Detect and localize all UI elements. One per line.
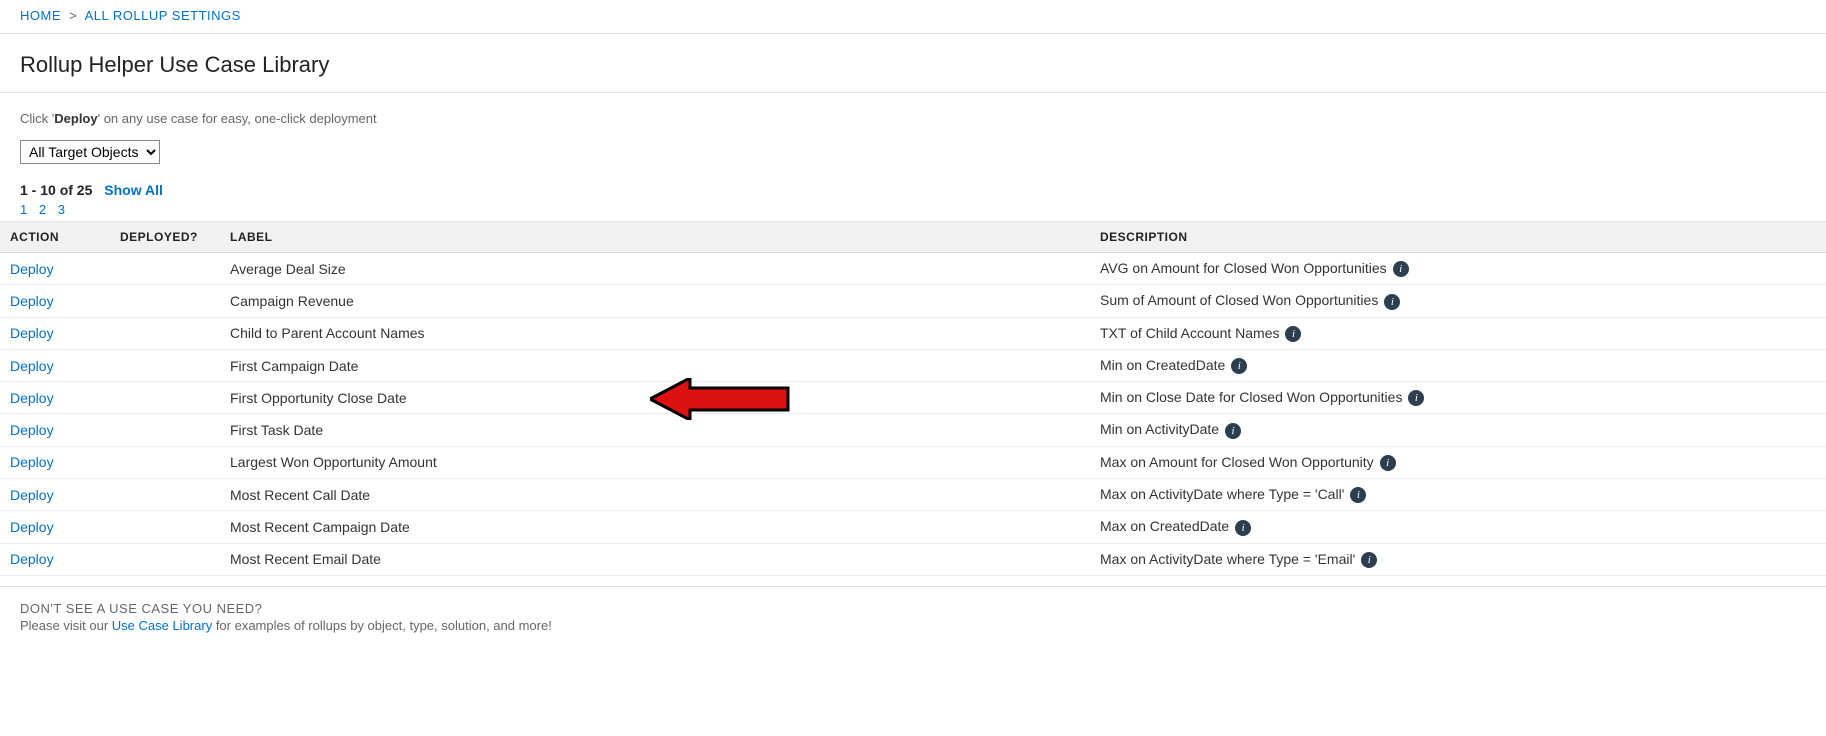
label-cell: First Opportunity Close Date — [220, 382, 1090, 414]
page-number-links: 1 2 3 — [0, 202, 1826, 221]
footer-title: DON'T SEE A USE CASE YOU NEED? — [20, 601, 1806, 616]
table-row: Deploy Average Deal SizeAVG on Amount for… — [0, 253, 1826, 285]
label-cell: Average Deal Size — [220, 253, 1090, 285]
deploy-link[interactable]: Deploy — [10, 261, 54, 277]
label-cell: Largest Won Opportunity Amount — [220, 446, 1090, 478]
deploy-link[interactable]: Deploy — [10, 358, 54, 374]
page-title: Rollup Helper Use Case Library — [0, 52, 1826, 92]
show-all-link[interactable]: Show All — [104, 182, 163, 198]
info-icon[interactable]: i — [1393, 261, 1409, 277]
use-case-library-link[interactable]: Use Case Library — [112, 618, 212, 633]
divider-top — [0, 33, 1826, 34]
footer-note: DON'T SEE A USE CASE YOU NEED? Please vi… — [0, 601, 1826, 633]
breadcrumb: HOME > ALL ROLLUP SETTINGS — [0, 0, 1826, 33]
table-row: Deploy Largest Won Opportunity AmountMax … — [0, 446, 1826, 478]
deploy-link[interactable]: Deploy — [10, 325, 54, 341]
deployed-cell — [110, 446, 220, 478]
footer-text-prefix: Please visit our — [20, 618, 112, 633]
table-row: Deploy First Campaign DateMin on CreatedD… — [0, 349, 1826, 381]
table-row: Deploy Campaign RevenueSum of Amount of C… — [0, 285, 1826, 317]
use-case-table: ACTION DEPLOYED? LABEL DESCRIPTION Deplo… — [0, 221, 1826, 576]
pager-range: 1 - 10 of 25 — [20, 182, 92, 198]
col-header-description: DESCRIPTION — [1090, 222, 1826, 253]
table-row: Deploy Most Recent Email DateMax on Activ… — [0, 543, 1826, 575]
divider-title — [0, 92, 1826, 93]
label-cell: Campaign Revenue — [220, 285, 1090, 317]
label-cell: Most Recent Email Date — [220, 543, 1090, 575]
deploy-link[interactable]: Deploy — [10, 293, 54, 309]
deployed-cell — [110, 543, 220, 575]
footer-text-suffix: for examples of rollups by object, type,… — [212, 618, 552, 633]
label-cell: First Campaign Date — [220, 349, 1090, 381]
info-icon[interactable]: i — [1231, 358, 1247, 374]
label-cell: Most Recent Campaign Date — [220, 511, 1090, 543]
deploy-link[interactable]: Deploy — [10, 422, 54, 438]
label-cell: Most Recent Call Date — [220, 479, 1090, 511]
info-icon[interactable]: i — [1350, 487, 1366, 503]
deployed-cell — [110, 479, 220, 511]
deploy-link[interactable]: Deploy — [10, 454, 54, 470]
info-icon[interactable]: i — [1361, 552, 1377, 568]
info-icon[interactable]: i — [1285, 326, 1301, 342]
info-icon[interactable]: i — [1235, 520, 1251, 536]
description-cell: TXT of Child Account Namesi — [1090, 317, 1826, 349]
divider-bottom — [0, 586, 1826, 587]
deploy-link[interactable]: Deploy — [10, 519, 54, 535]
col-header-label: LABEL — [220, 222, 1090, 253]
description-cell: Max on ActivityDate where Type = 'Call'i — [1090, 479, 1826, 511]
table-row: Deploy Most Recent Call DateMax on Activi… — [0, 479, 1826, 511]
description-cell: Max on ActivityDate where Type = 'Email'… — [1090, 543, 1826, 575]
target-object-filter[interactable]: All Target Objects — [20, 140, 160, 164]
col-header-deployed: DEPLOYED? — [110, 222, 220, 253]
description-cell: Max on Amount for Closed Won Opportunity… — [1090, 446, 1826, 478]
deployed-cell — [110, 285, 220, 317]
description-cell: Max on CreatedDatei — [1090, 511, 1826, 543]
instruction-text: Click 'Deploy' on any use case for easy,… — [0, 111, 1826, 140]
page-link-2[interactable]: 2 — [39, 202, 46, 217]
description-cell: Min on CreatedDatei — [1090, 349, 1826, 381]
label-cell: Child to Parent Account Names — [220, 317, 1090, 349]
info-icon[interactable]: i — [1225, 423, 1241, 439]
deployed-cell — [110, 414, 220, 446]
table-row: Deploy Most Recent Campaign DateMax on Cr… — [0, 511, 1826, 543]
page-link-3[interactable]: 3 — [58, 202, 65, 217]
breadcrumb-separator: > — [69, 8, 77, 23]
info-icon[interactable]: i — [1384, 294, 1400, 310]
deployed-cell — [110, 253, 220, 285]
table-row: Deploy First Task DateMin on ActivityDate… — [0, 414, 1826, 446]
deploy-link[interactable]: Deploy — [10, 551, 54, 567]
label-cell: First Task Date — [220, 414, 1090, 446]
breadcrumb-home-link[interactable]: HOME — [20, 8, 61, 23]
description-cell: Sum of Amount of Closed Won Opportunitie… — [1090, 285, 1826, 317]
deploy-link[interactable]: Deploy — [10, 487, 54, 503]
table-row: Deploy Child to Parent Account NamesTXT o… — [0, 317, 1826, 349]
page-link-1[interactable]: 1 — [20, 202, 27, 217]
col-header-action: ACTION — [0, 222, 110, 253]
deployed-cell — [110, 382, 220, 414]
deployed-cell — [110, 317, 220, 349]
info-icon[interactable]: i — [1408, 390, 1424, 406]
info-icon[interactable]: i — [1380, 455, 1396, 471]
description-cell: Min on ActivityDatei — [1090, 414, 1826, 446]
deployed-cell — [110, 511, 220, 543]
deployed-cell — [110, 349, 220, 381]
breadcrumb-settings-link[interactable]: ALL ROLLUP SETTINGS — [85, 8, 241, 23]
deploy-link[interactable]: Deploy — [10, 390, 54, 406]
description-cell: AVG on Amount for Closed Won Opportuniti… — [1090, 253, 1826, 285]
description-cell: Min on Close Date for Closed Won Opportu… — [1090, 382, 1826, 414]
pager: 1 - 10 of 25 Show All — [0, 182, 1826, 202]
table-row: Deploy First Opportunity Close Date Min o… — [0, 382, 1826, 414]
